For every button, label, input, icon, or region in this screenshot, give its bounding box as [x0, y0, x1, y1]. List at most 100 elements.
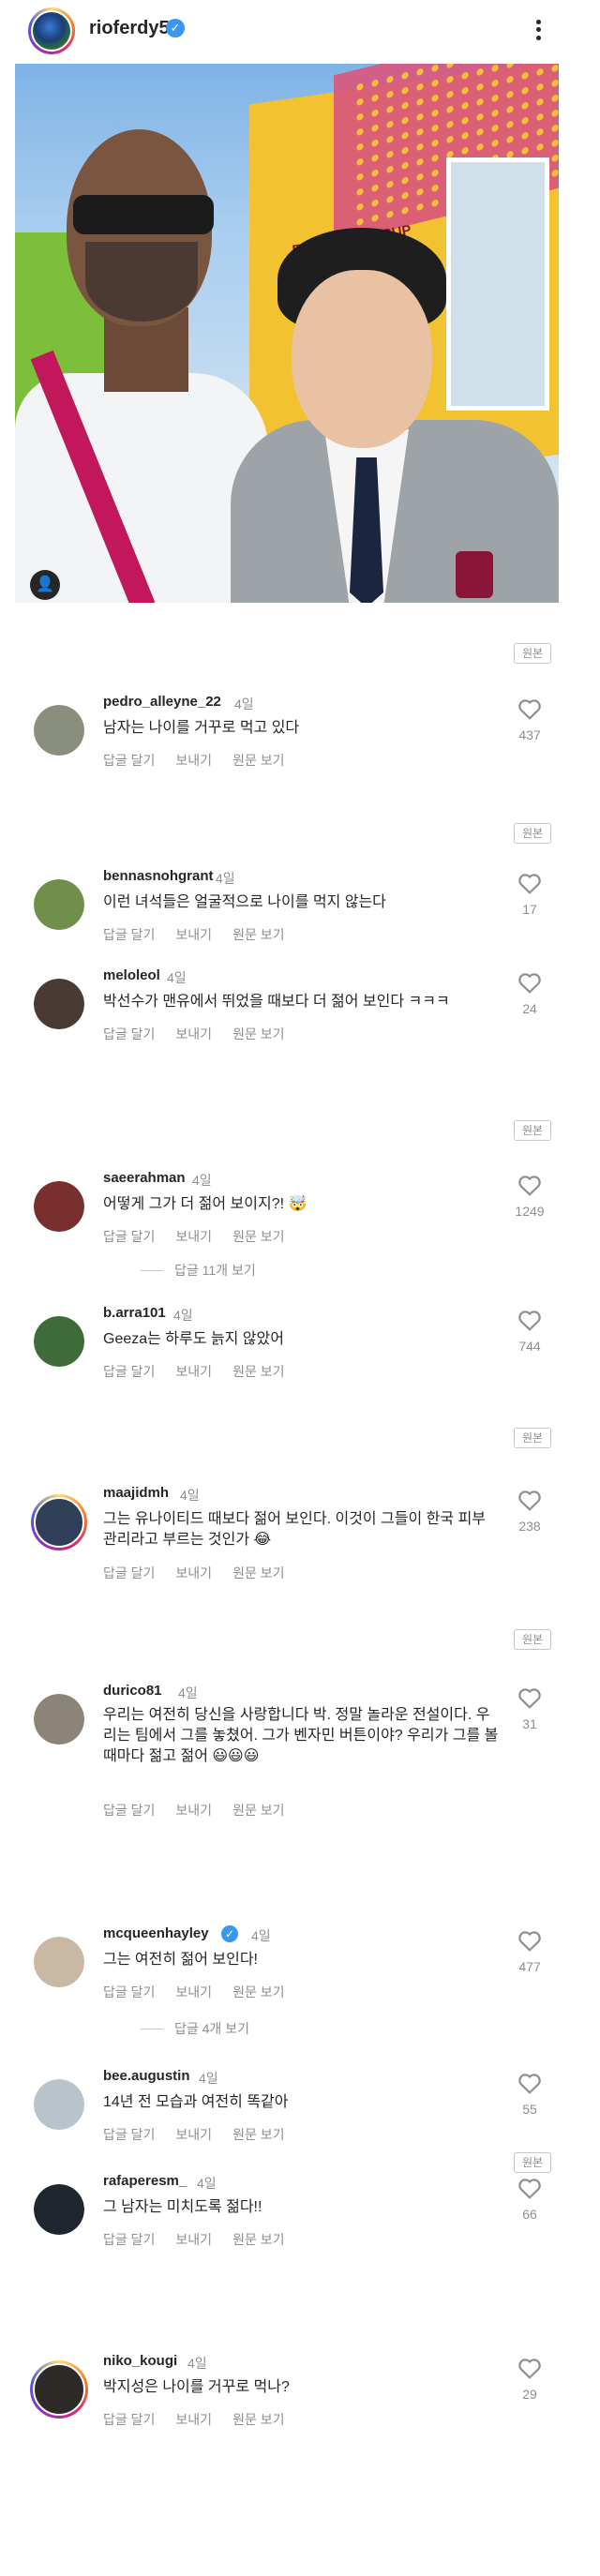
view-replies-button[interactable]: 답글 4개 보기: [141, 2019, 249, 2038]
heart-outline-icon[interactable]: [518, 1489, 542, 1511]
comment-username[interactable]: mcqueenhayley: [103, 1925, 209, 1941]
view-original-button[interactable]: 원문 보기: [232, 925, 284, 944]
comment-actions: 답글 달기 보내기 원문 보기: [103, 1362, 284, 1381]
verified-icon: ✓: [166, 19, 185, 37]
view-original-button[interactable]: 원문 보기: [232, 2410, 284, 2429]
commenter-avatar[interactable]: [34, 2184, 84, 2235]
comment-time: 4일: [199, 2071, 218, 2086]
comment-username[interactable]: niko_kougi: [103, 2353, 177, 2369]
commenter-avatar[interactable]: [34, 705, 84, 756]
send-button[interactable]: 보내기: [175, 751, 212, 770]
comment-username[interactable]: saeerahman: [103, 1170, 186, 1186]
post-username[interactable]: rioferdy5: [89, 18, 170, 39]
comment-username[interactable]: durico81: [103, 1683, 162, 1699]
commenter-avatar[interactable]: [34, 1694, 84, 1745]
send-button[interactable]: 보내기: [175, 1362, 212, 1381]
heart-outline-icon[interactable]: [518, 1929, 542, 1952]
reply-button[interactable]: 답글 달기: [103, 1801, 155, 1820]
send-button[interactable]: 보내기: [175, 1801, 212, 1820]
view-original-button[interactable]: 원문 보기: [232, 1983, 284, 2001]
heart-outline-icon[interactable]: [518, 2357, 542, 2379]
comment-time: 4일: [192, 1173, 212, 1188]
reply-button[interactable]: 답글 달기: [103, 1362, 155, 1381]
origin-button[interactable]: 원본: [514, 823, 551, 844]
commenter-avatar[interactable]: [30, 2360, 88, 2419]
send-button[interactable]: 보내기: [175, 2410, 212, 2429]
commenter-avatar[interactable]: [34, 1937, 84, 1987]
reply-button[interactable]: 답글 달기: [103, 751, 155, 770]
send-button[interactable]: 보내기: [175, 1025, 212, 1043]
origin-button[interactable]: 원본: [514, 1428, 551, 1448]
like-count: 31: [522, 1716, 537, 1731]
comment-username[interactable]: bee.augustin: [103, 2068, 190, 2084]
comment-text: 그는 여전히 젊어 보인다!: [103, 1952, 258, 1968]
view-original-button[interactable]: 원문 보기: [232, 2230, 284, 2249]
like-count: 477: [518, 1959, 541, 1974]
comment-actions: 답글 달기 보내기 원문 보기: [103, 2125, 284, 2144]
reply-button[interactable]: 답글 달기: [103, 1227, 155, 1246]
commenter-avatar[interactable]: [34, 1316, 84, 1367]
reply-button[interactable]: 답글 달기: [103, 2230, 155, 2249]
comment-text: 어떻게 그가 더 젊어 보이지?! 🤯: [103, 1196, 308, 1212]
verified-icon: ✓: [221, 1925, 238, 1942]
comment-actions: 답글 달기 보내기 원문 보기: [103, 1564, 284, 1582]
more-options-button[interactable]: [527, 13, 549, 47]
commenter-avatar[interactable]: [34, 1181, 84, 1232]
reply-button[interactable]: 답글 달기: [103, 1025, 155, 1043]
heart-outline-icon[interactable]: [518, 1174, 542, 1196]
heart-outline-icon[interactable]: [518, 971, 542, 994]
send-button[interactable]: 보내기: [175, 925, 212, 944]
comment-username[interactable]: meloleol: [103, 967, 160, 983]
comment-actions: 답글 달기 보내기 원문 보기: [103, 1801, 284, 1820]
view-original-button[interactable]: 원문 보기: [232, 1362, 284, 1381]
view-original-button[interactable]: 원문 보기: [232, 2125, 284, 2144]
heart-outline-icon[interactable]: [518, 1686, 542, 1709]
heart-outline-icon[interactable]: [518, 697, 542, 720]
reply-button[interactable]: 답글 달기: [103, 1983, 155, 2001]
send-button[interactable]: 보내기: [175, 1983, 212, 2001]
comment-text: 박선수가 맨유에서 뛰었을 때보다 더 젊어 보인다 ㅋㅋㅋ: [103, 994, 450, 1010]
send-button[interactable]: 보내기: [175, 2230, 212, 2249]
view-original-button[interactable]: 원문 보기: [232, 1801, 284, 1820]
comment-time: 4일: [234, 696, 254, 711]
reply-button[interactable]: 답글 달기: [103, 1564, 155, 1582]
commenter-avatar[interactable]: [31, 1494, 87, 1550]
comment-username[interactable]: rafaperesm_: [103, 2173, 187, 2189]
view-original-button[interactable]: 원문 보기: [232, 751, 284, 770]
origin-button[interactable]: 원본: [514, 1120, 551, 1141]
user-tag-icon[interactable]: 👤: [30, 570, 60, 600]
view-original-button[interactable]: 원문 보기: [232, 1564, 284, 1582]
comment-username[interactable]: bennasnohgrant: [103, 868, 214, 884]
view-original-button[interactable]: 원문 보기: [232, 1227, 284, 1246]
reply-button[interactable]: 답글 달기: [103, 2410, 155, 2429]
comment-text: 그는 유나이티드 때보다 젊어 보인다. 이것이 그들이 한국 피부 관리라고 …: [103, 1511, 487, 1548]
commenter-avatar[interactable]: [34, 2079, 84, 2130]
send-button[interactable]: 보내기: [175, 1227, 212, 1246]
comment-text: 그 남자는 미치도록 젊다!!: [103, 2199, 262, 2215]
heart-outline-icon[interactable]: [518, 1309, 542, 1331]
origin-button[interactable]: 원본: [514, 643, 551, 664]
heart-outline-icon[interactable]: [518, 2177, 542, 2199]
like-count: 437: [518, 727, 541, 742]
like-count: 1249: [515, 1204, 545, 1219]
post-photo[interactable]: FIFA WORLD CUP 👤: [15, 64, 559, 603]
view-replies-button[interactable]: 답글 11개 보기: [141, 1261, 256, 1280]
origin-button[interactable]: 원본: [514, 1629, 551, 1650]
comment-time: 4일: [173, 1308, 193, 1323]
heart-outline-icon[interactable]: [518, 872, 542, 894]
comment-time: 4일: [251, 1928, 271, 1943]
comment-username[interactable]: pedro_alleyne_22: [103, 694, 221, 710]
heart-outline-icon[interactable]: [518, 2072, 542, 2094]
reply-button[interactable]: 답글 달기: [103, 925, 155, 944]
commenter-avatar[interactable]: [34, 979, 84, 1029]
reply-button[interactable]: 답글 달기: [103, 2125, 155, 2144]
comment-username[interactable]: b.arra101: [103, 1305, 166, 1321]
origin-button[interactable]: 원본: [514, 2152, 551, 2173]
send-button[interactable]: 보내기: [175, 1564, 212, 1582]
comment-time: 4일: [180, 1488, 200, 1503]
comment-username[interactable]: maajidmh: [103, 1485, 169, 1501]
view-original-button[interactable]: 원문 보기: [232, 1025, 284, 1043]
commenter-avatar[interactable]: [34, 879, 84, 930]
send-button[interactable]: 보내기: [175, 2125, 212, 2144]
profile-avatar[interactable]: [28, 7, 75, 54]
